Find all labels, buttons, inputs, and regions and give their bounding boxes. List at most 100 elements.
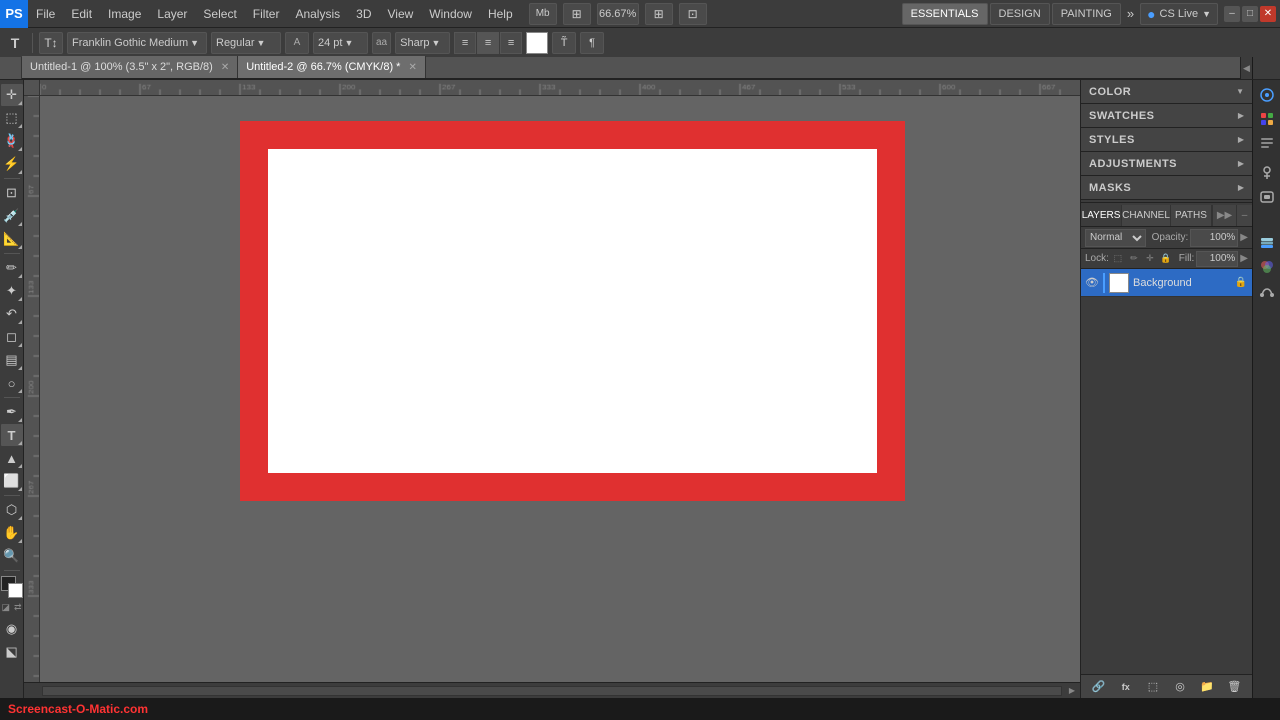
right-icon-swatches[interactable]: [1256, 108, 1278, 130]
tab-untitled1[interactable]: Untitled-1 @ 100% (3.5" x 2", RGB/8) ✕: [22, 56, 238, 78]
tool-zoom[interactable]: 🔍: [1, 545, 23, 567]
tool-ruler[interactable]: 📐: [1, 228, 23, 250]
right-icon-channels[interactable]: [1256, 256, 1278, 278]
tool-screenmode[interactable]: ⬕: [1, 641, 23, 663]
tool-crop[interactable]: ⊡: [1, 182, 23, 204]
tool-pen[interactable]: ✒: [1, 401, 23, 423]
arrange-btn[interactable]: ⊞: [645, 3, 673, 25]
cs-live-btn[interactable]: ● CS Live ▼: [1140, 3, 1218, 25]
extra-btn[interactable]: ⊡: [679, 3, 707, 25]
swatches-panel-header[interactable]: SWATCHES ▶: [1081, 104, 1252, 128]
document-canvas[interactable]: [240, 121, 905, 501]
masks-panel-header[interactable]: MASKS ▶: [1081, 176, 1252, 200]
tab-untitled1-close[interactable]: ✕: [221, 62, 229, 73]
scroll-right-btn[interactable]: ▶: [1064, 683, 1080, 699]
horizontal-scrollbar[interactable]: [42, 686, 1062, 696]
align-left-btn[interactable]: ≡: [454, 32, 476, 54]
menu-file[interactable]: File: [28, 0, 63, 28]
tool-dodge[interactable]: ○: [1, 372, 23, 394]
tool-3d[interactable]: ⬡: [1, 499, 23, 521]
warp-text-btn[interactable]: T̃: [552, 32, 576, 54]
tool-stamp[interactable]: ✦: [1, 280, 23, 302]
swap-colors-btn[interactable]: ⇄: [14, 602, 22, 613]
tool-gradient[interactable]: ▤: [1, 349, 23, 371]
align-right-btn[interactable]: ≡: [500, 32, 522, 54]
blend-mode-select[interactable]: Normal: [1085, 229, 1146, 247]
workspace-design[interactable]: DESIGN: [990, 3, 1050, 25]
lock-all-btn[interactable]: 🔒: [1159, 252, 1173, 266]
tool-quickselect[interactable]: ⚡: [1, 153, 23, 175]
menu-filter[interactable]: Filter: [245, 0, 288, 28]
fill-expand-icon[interactable]: ▶: [1240, 253, 1248, 264]
paths-tab[interactable]: PATHS: [1171, 205, 1212, 226]
right-icon-paths[interactable]: [1256, 280, 1278, 302]
menu-image[interactable]: Image: [100, 0, 149, 28]
group-btn[interactable]: 📁: [1198, 678, 1216, 696]
tool-hand[interactable]: ✋: [1, 522, 23, 544]
tab-untitled2-close[interactable]: ✕: [408, 62, 416, 73]
right-icon-layers[interactable]: [1256, 232, 1278, 254]
workspace-painting[interactable]: PAINTING: [1052, 3, 1121, 25]
adjustments-panel-header[interactable]: ADJUSTMENTS ▶: [1081, 152, 1252, 176]
fx-btn[interactable]: fx: [1117, 678, 1135, 696]
canvas-viewport[interactable]: I: [40, 96, 1080, 682]
font-style-dropdown[interactable]: Regular ▼: [211, 32, 281, 54]
lock-position-btn[interactable]: ✛: [1143, 252, 1157, 266]
background-color[interactable]: [8, 583, 23, 598]
menu-3d[interactable]: 3D: [348, 0, 379, 28]
layer-row-background[interactable]: 👁 Background 🔒: [1081, 269, 1252, 297]
opacity-expand-icon[interactable]: ▶: [1240, 232, 1248, 243]
tool-history[interactable]: ↶: [1, 303, 23, 325]
fill-value[interactable]: 100%: [1196, 251, 1238, 267]
link-layers-btn[interactable]: 🔗: [1090, 678, 1108, 696]
adjustment-btn[interactable]: ◎: [1171, 678, 1189, 696]
antialias-dropdown[interactable]: Sharp ▼: [395, 32, 450, 54]
tool-move[interactable]: ✛: [1, 84, 23, 106]
menu-edit[interactable]: Edit: [63, 0, 100, 28]
font-size-dropdown[interactable]: 24 pt ▼: [313, 32, 368, 54]
opacity-value[interactable]: 100%: [1190, 229, 1238, 247]
mask-btn[interactable]: ⬚: [1144, 678, 1162, 696]
lock-paint-btn[interactable]: ✏: [1127, 252, 1141, 266]
tool-eyedropper[interactable]: 💉: [1, 205, 23, 227]
font-family-dropdown[interactable]: Franklin Gothic Medium ▼: [67, 32, 207, 54]
toolbar-grid-btn[interactable]: ⊞: [563, 3, 591, 25]
menu-view[interactable]: View: [379, 0, 421, 28]
tool-marquee[interactable]: ⬚: [1, 107, 23, 129]
menu-help[interactable]: Help: [480, 0, 521, 28]
default-colors-btn[interactable]: ◪: [2, 602, 11, 613]
tab-untitled2[interactable]: Untitled-2 @ 66.7% (CMYK/8) * ✕: [238, 56, 426, 78]
layers-tab[interactable]: LAYERS: [1081, 205, 1122, 226]
panel-minimize-btn[interactable]: –: [1236, 205, 1252, 226]
color-panel-header[interactable]: COLOR ▼: [1081, 80, 1252, 104]
color-swatches[interactable]: [1, 576, 23, 598]
tool-path-select[interactable]: ▲: [1, 447, 23, 469]
workspace-essentials[interactable]: ESSENTIALS: [902, 3, 988, 25]
tool-text[interactable]: T: [1, 424, 23, 446]
menu-analysis[interactable]: Analysis: [287, 0, 348, 28]
tool-shape[interactable]: ⬜: [1, 470, 23, 492]
tool-quickmask[interactable]: ◉: [1, 618, 23, 640]
maximize-btn[interactable]: □: [1242, 6, 1258, 22]
layer-eye-background[interactable]: 👁: [1085, 276, 1099, 290]
right-icon-styles[interactable]: [1256, 132, 1278, 154]
right-icon-adjustments[interactable]: [1256, 162, 1278, 184]
channel-tab[interactable]: CHANNEL: [1122, 205, 1171, 226]
right-icon-color[interactable]: [1256, 84, 1278, 106]
tool-eraser[interactable]: ◻: [1, 326, 23, 348]
tool-lasso[interactable]: 🪢: [1, 130, 23, 152]
panel-toggle-btn[interactable]: ◀: [1240, 57, 1252, 79]
align-center-btn[interactable]: ≡: [477, 32, 499, 54]
text-color-swatch[interactable]: [526, 32, 548, 54]
toolbar-mode-btn[interactable]: Mb: [529, 3, 557, 25]
lock-transparent-btn[interactable]: ⬚: [1111, 252, 1125, 266]
menu-select[interactable]: Select: [195, 0, 244, 28]
right-icon-masks[interactable]: [1256, 186, 1278, 208]
panel-options-btn[interactable]: ▶▶: [1212, 205, 1236, 226]
styles-panel-header[interactable]: STYLES ▶: [1081, 128, 1252, 152]
text-orientation-btn[interactable]: T↕: [39, 32, 63, 54]
close-btn[interactable]: ✕: [1260, 6, 1276, 22]
delete-layer-btn[interactable]: 🗑: [1225, 678, 1243, 696]
minimize-btn[interactable]: –: [1224, 6, 1240, 22]
menu-window[interactable]: Window: [421, 0, 480, 28]
